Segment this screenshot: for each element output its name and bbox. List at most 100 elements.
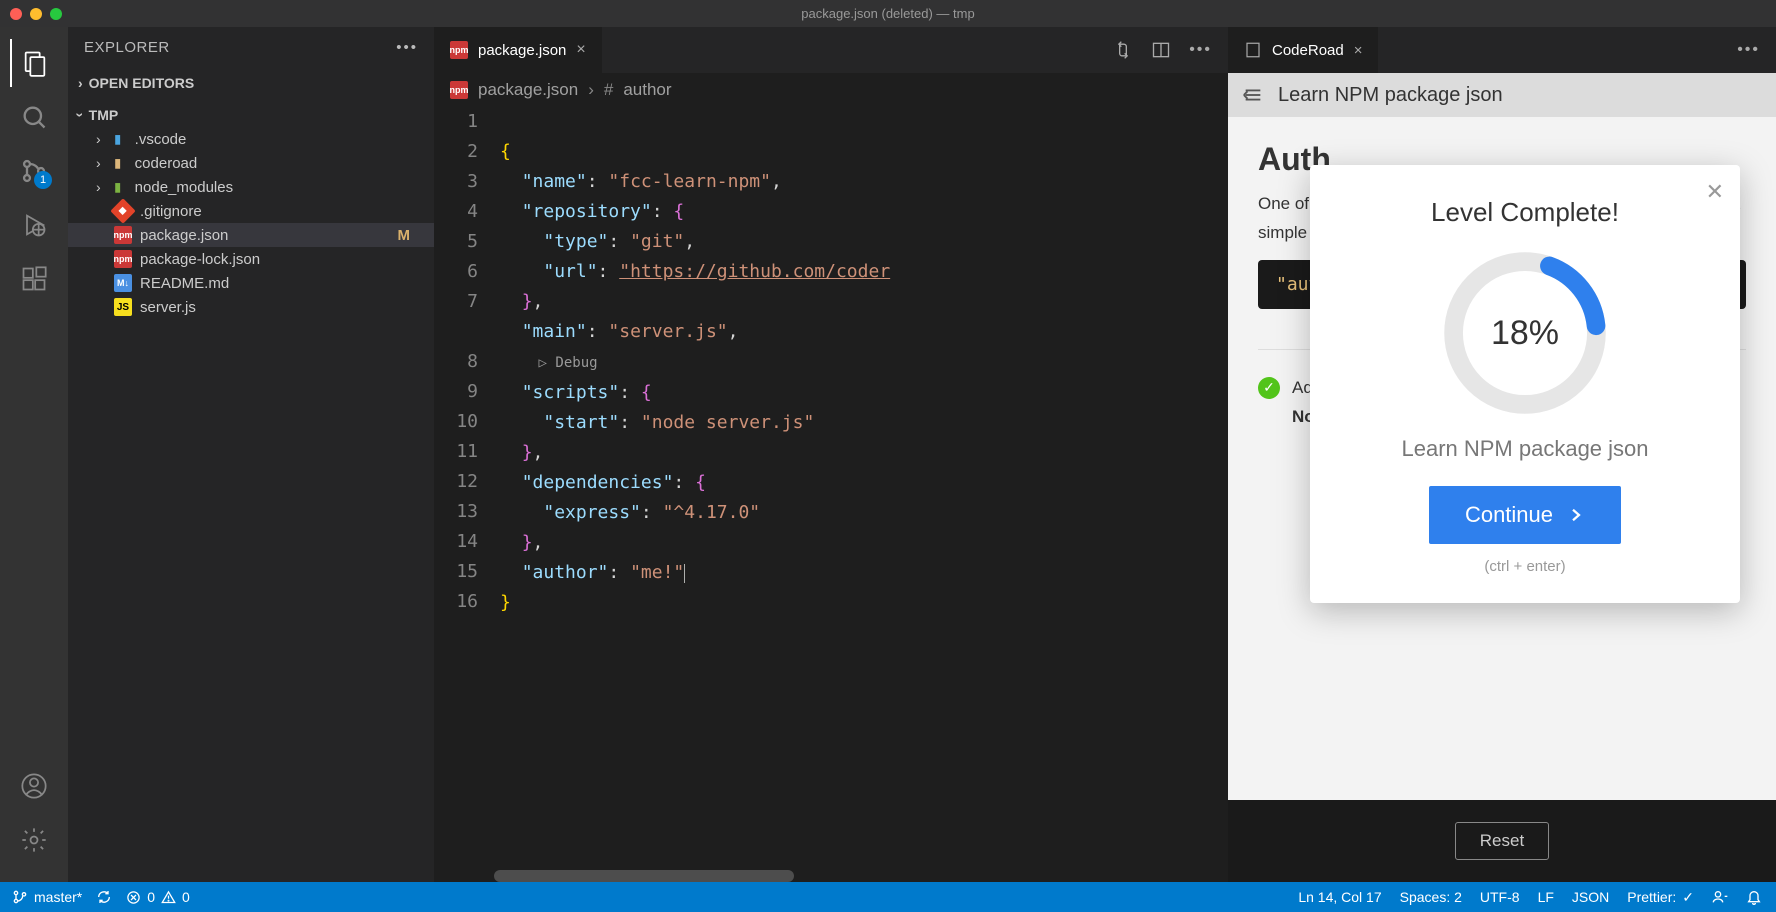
check-icon: ✓ — [1258, 377, 1280, 399]
tree-label: server.js — [140, 299, 196, 316]
status-feedback-icon[interactable] — [1712, 889, 1728, 905]
branch-icon — [12, 889, 28, 905]
compare-changes-icon[interactable] — [1113, 40, 1133, 60]
folder-icon: ▮ — [109, 178, 127, 196]
error-count: 0 — [147, 889, 155, 905]
folder-section[interactable]: › TMP — [68, 103, 434, 127]
chevron-down-icon: › — [72, 113, 88, 118]
progress-percent: 18% — [1491, 314, 1559, 353]
panel-tab-coderoad[interactable]: CodeRoad × — [1228, 27, 1378, 73]
settings-icon[interactable] — [10, 816, 58, 864]
statusbar: master* 0 0 Ln 14, Col 17 Spaces: 2 UTF-… — [0, 882, 1776, 912]
folder-icon: ▮ — [109, 130, 127, 148]
window-title: package.json (deleted) — tmp — [801, 6, 974, 21]
status-indent[interactable]: Spaces: 2 — [1400, 889, 1462, 905]
extensions-icon[interactable] — [10, 255, 58, 303]
error-icon — [126, 890, 141, 905]
side-panel: CodeRoad × ••• Learn NPM package json Au… — [1228, 27, 1776, 882]
sidebar: EXPLORER ••• › OPEN EDITORS › TMP › ▮ .v… — [68, 27, 434, 882]
tree-folder-node-modules[interactable]: › ▮ node_modules — [68, 175, 434, 199]
check-icon: ✓ — [1682, 889, 1694, 906]
scm-badge: 1 — [34, 171, 52, 189]
coderoad-body: Auth One of the … file is the author and… — [1228, 117, 1776, 800]
code-content[interactable]: { "name": "fcc-learn-npm", "repository":… — [500, 107, 1228, 882]
branch-name: master* — [34, 889, 82, 905]
modal-subtitle: Learn NPM package json — [1340, 436, 1710, 462]
js-icon: JS — [114, 298, 132, 316]
modal-hint: (ctrl + enter) — [1340, 558, 1710, 575]
window-controls — [10, 8, 62, 20]
close-modal-icon[interactable]: ✕ — [1706, 179, 1724, 205]
split-editor-icon[interactable] — [1151, 40, 1171, 60]
npm-icon: npm — [114, 250, 132, 268]
horizontal-scrollbar[interactable] — [494, 870, 794, 882]
tab-label: package.json — [478, 42, 566, 59]
tab-actions: ••• — [1097, 27, 1228, 73]
warning-icon — [161, 890, 176, 905]
tree-folder-coderoad[interactable]: › ▮ coderoad — [68, 151, 434, 175]
status-language[interactable]: JSON — [1572, 889, 1609, 905]
code-editor[interactable]: 12345678910111213141516 { "name": "fcc-l… — [434, 107, 1228, 882]
close-panel-tab-icon[interactable]: × — [1354, 42, 1363, 59]
minimize-window[interactable] — [30, 8, 42, 20]
explorer-icon[interactable] — [10, 39, 58, 87]
debug-codelens[interactable]: Debug — [555, 355, 597, 371]
open-editors-section[interactable]: › OPEN EDITORS — [68, 71, 434, 95]
continue-label: Continue — [1465, 502, 1553, 528]
npm-icon: npm — [450, 41, 468, 59]
chevron-right-icon: › — [96, 155, 101, 171]
tree-label: package-lock.json — [140, 251, 260, 268]
tree-file-server-js[interactable]: JS server.js — [68, 295, 434, 319]
folder-name: TMP — [89, 107, 119, 123]
tree-file-package-lock[interactable]: npm package-lock.json — [68, 247, 434, 271]
status-bell-icon[interactable] — [1746, 889, 1762, 905]
close-window[interactable] — [10, 8, 22, 20]
level-complete-modal: ✕ Level Complete! 18% Learn NPM package … — [1310, 165, 1740, 603]
text-cursor — [684, 564, 685, 583]
markdown-icon: M↓ — [114, 274, 132, 292]
status-encoding[interactable]: UTF-8 — [1480, 889, 1520, 905]
status-problems[interactable]: 0 0 — [126, 889, 190, 905]
panel-more-icon[interactable]: ••• — [1737, 41, 1760, 59]
chevron-right-icon: › — [96, 179, 101, 195]
tree-label: coderoad — [135, 155, 198, 172]
status-eol[interactable]: LF — [1538, 889, 1554, 905]
close-tab-icon[interactable]: × — [576, 41, 585, 59]
debug-icon[interactable] — [10, 201, 58, 249]
breadcrumb[interactable]: npm package.json › # author — [434, 73, 1228, 107]
folder-icon: ▮ — [109, 154, 127, 172]
search-icon[interactable] — [10, 93, 58, 141]
open-editors-label: OPEN EDITORS — [89, 75, 195, 91]
chevron-right-icon — [1567, 506, 1585, 524]
activitybar: 1 — [0, 27, 68, 882]
tree-file-package-json[interactable]: npm package.json M — [68, 223, 434, 247]
account-icon[interactable] — [10, 762, 58, 810]
status-sync[interactable] — [96, 889, 112, 905]
tree-file-readme[interactable]: M↓ README.md — [68, 271, 434, 295]
continue-button[interactable]: Continue — [1429, 486, 1621, 544]
sidebar-more-icon[interactable]: ••• — [396, 39, 418, 56]
progress-donut: 18% — [1340, 248, 1710, 418]
sync-icon — [96, 889, 112, 905]
source-control-icon[interactable]: 1 — [10, 147, 58, 195]
tree-label: .vscode — [135, 131, 187, 148]
coderoad-header: Learn NPM package json — [1228, 73, 1776, 117]
chevron-right-icon: › — [96, 131, 101, 147]
menu-icon[interactable] — [1242, 84, 1264, 106]
editor-tab-package-json[interactable]: npm package.json × — [434, 27, 603, 73]
line-gutter: 12345678910111213141516 — [434, 107, 500, 882]
reset-button[interactable]: Reset — [1455, 822, 1549, 860]
status-branch[interactable]: master* — [12, 889, 82, 905]
git-icon: ◆ — [110, 198, 135, 223]
modal-title: Level Complete! — [1340, 197, 1710, 228]
status-cursor-position[interactable]: Ln 14, Col 17 — [1298, 889, 1381, 905]
prettier-label: Prettier: — [1627, 889, 1676, 905]
titlebar: package.json (deleted) — tmp — [0, 0, 1776, 27]
more-actions-icon[interactable]: ••• — [1189, 41, 1212, 59]
status-prettier[interactable]: Prettier: ✓ — [1627, 889, 1694, 906]
tree-label: node_modules — [135, 179, 233, 196]
tree-folder-vscode[interactable]: › ▮ .vscode — [68, 127, 434, 151]
maximize-window[interactable] — [50, 8, 62, 20]
editor-area: npm package.json × ••• npm package.json … — [434, 27, 1228, 882]
tree-file-gitignore[interactable]: ◆ .gitignore — [68, 199, 434, 223]
